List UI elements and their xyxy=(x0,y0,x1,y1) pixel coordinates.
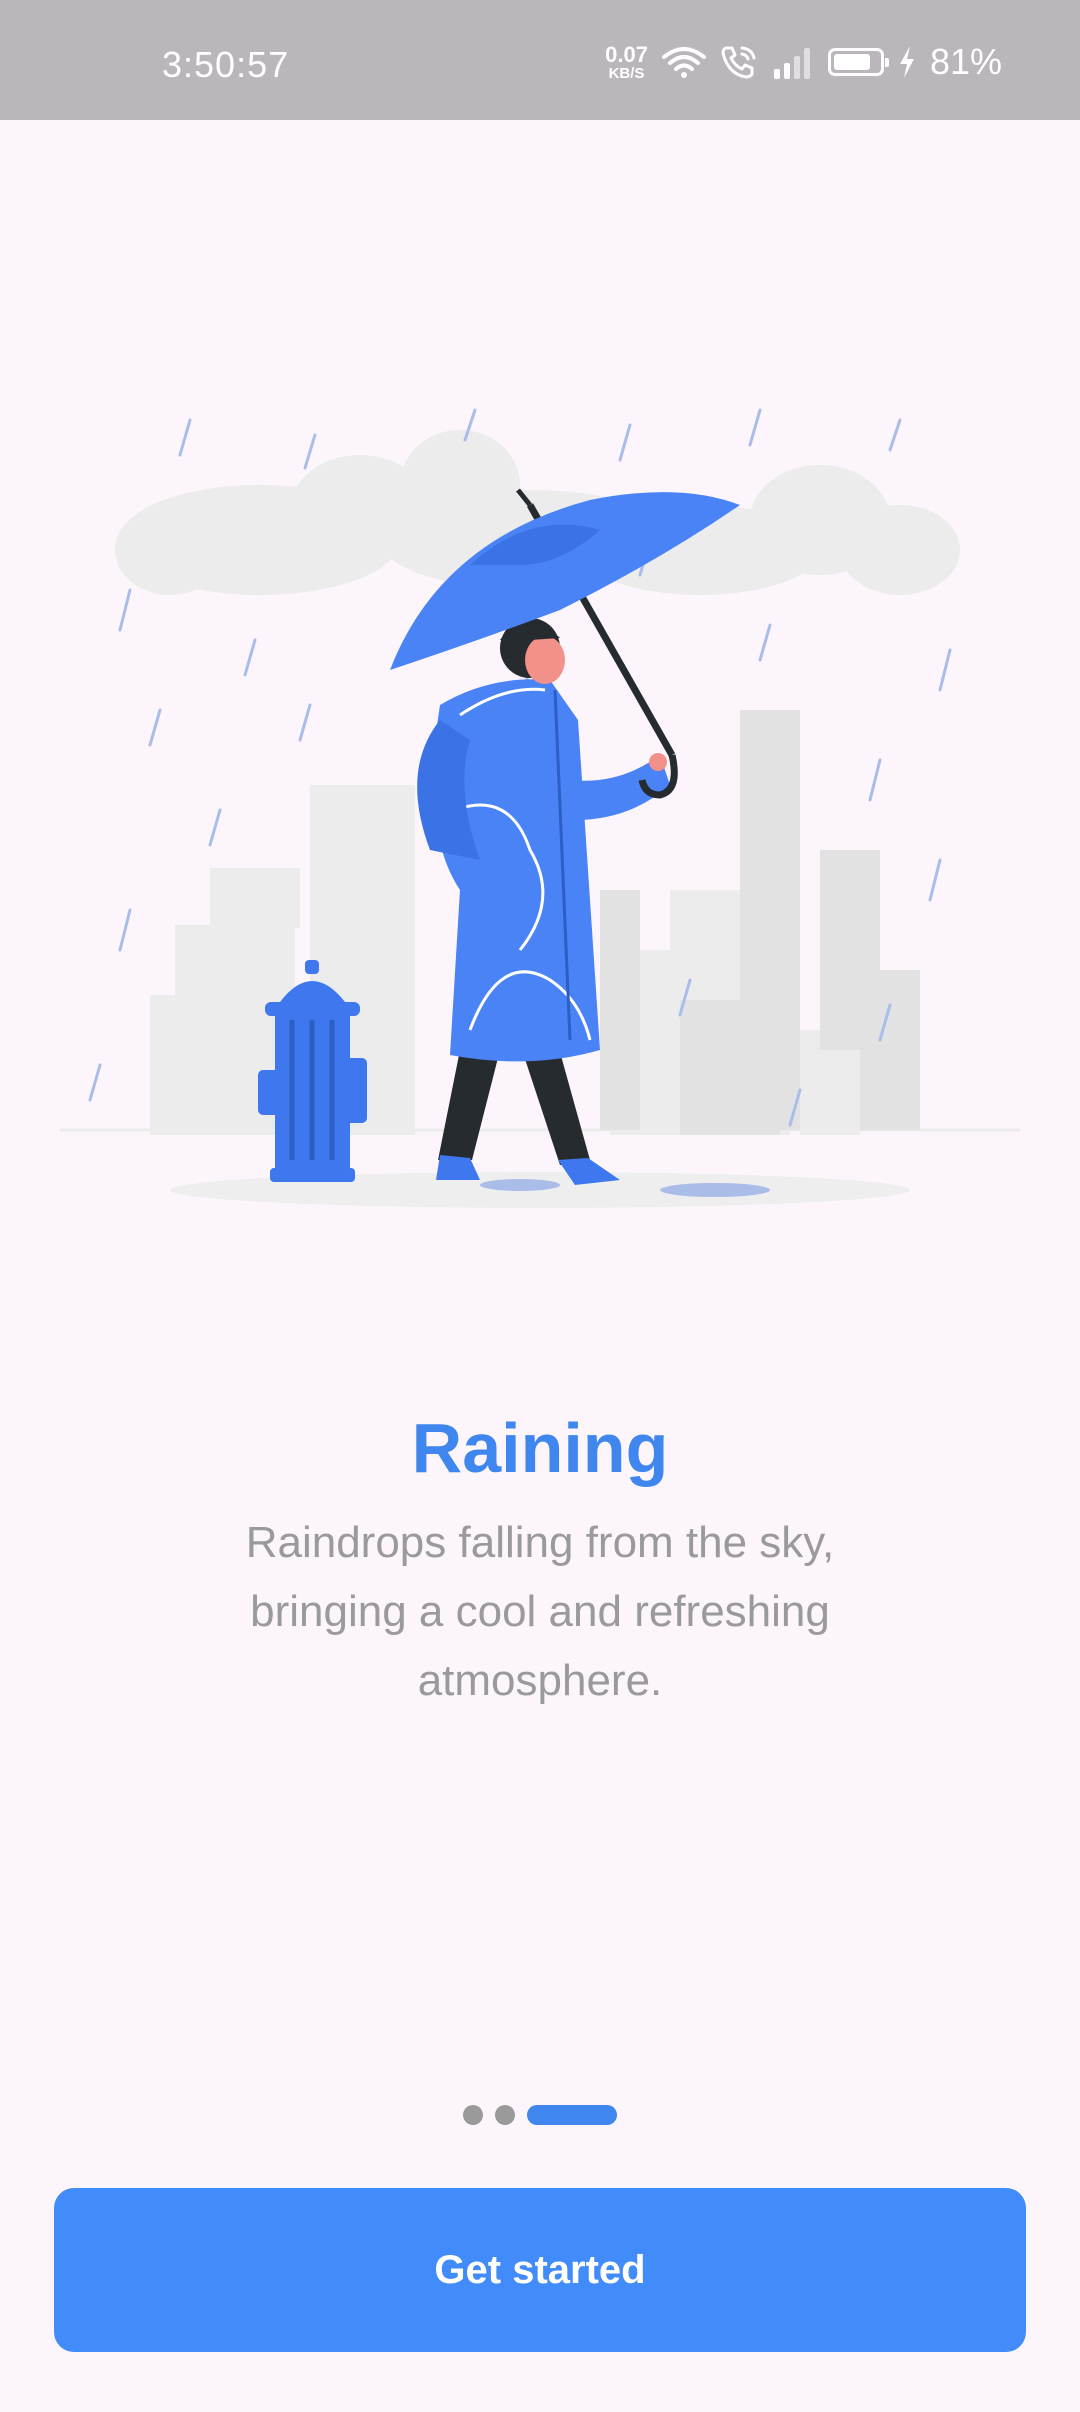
onboarding-description: Raindrops falling from the sky, bringing… xyxy=(245,1518,835,1705)
raining-illustration xyxy=(60,408,1020,1208)
signal-icon xyxy=(773,48,810,79)
status-bar: 3:50:57 0.07 KB/S 81% xyxy=(0,0,1080,120)
wifi-call-icon xyxy=(721,46,756,79)
page-indicator xyxy=(0,2105,1080,2125)
get-started-button[interactable]: Get started xyxy=(54,2188,1026,2352)
battery-icon xyxy=(827,48,889,76)
page-indicator-dot-3-active xyxy=(527,2105,617,2125)
battery-percent: 81% xyxy=(929,41,1002,82)
battery-level-fill xyxy=(833,54,871,70)
charging-icon xyxy=(899,46,914,78)
page-indicator-dot-1 xyxy=(463,2105,483,2125)
status-time: 3:50:57 xyxy=(162,44,290,85)
page-indicator-dot-2 xyxy=(495,2105,515,2125)
network-speed-unit: KB/S xyxy=(608,64,645,82)
onboarding-title: Raining xyxy=(411,1409,669,1487)
wifi-icon xyxy=(661,47,706,78)
network-speed-value: 0.07 xyxy=(605,41,648,67)
network-speed: 0.07 KB/S xyxy=(605,41,648,82)
status-icons: 0.07 KB/S 81% xyxy=(605,40,1002,84)
